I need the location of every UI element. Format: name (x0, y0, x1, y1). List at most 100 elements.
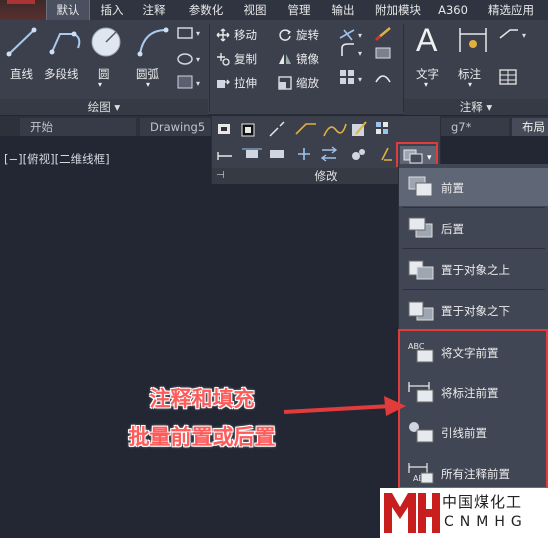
bring-to-front-icon (408, 176, 433, 197)
send-under-icon (408, 301, 434, 321)
svg-text:▾: ▾ (358, 31, 362, 40)
bring-above-icon (408, 260, 434, 280)
ribbon-tab-manage[interactable]: 管理 (280, 0, 318, 20)
overkill-icon (352, 149, 365, 160)
svg-text:▾: ▾ (358, 49, 362, 58)
stretch-button[interactable]: 拉伸 (216, 74, 257, 92)
leader-table-icons: ▾ (499, 29, 526, 85)
break-icon (269, 121, 285, 137)
line-icon (6, 27, 37, 57)
arc-dropdown-arrow[interactable]: ▾ (146, 80, 150, 89)
polyline-tool-button[interactable]: 多段线 (44, 24, 90, 94)
arc-icon (137, 27, 169, 57)
annotation-small-tools[interactable]: ▾ (498, 26, 544, 94)
scale-label: 缩放 (296, 76, 319, 90)
edit-polyline-icon (352, 121, 367, 136)
stretch-icon (217, 79, 230, 88)
menu-item-send-under-objects[interactable]: 置于对象之下 (399, 291, 548, 329)
svg-text:▾: ▾ (196, 55, 200, 64)
menu-item-label: 前置 (441, 181, 464, 195)
circle-dropdown-arrow[interactable]: ▾ (98, 80, 102, 89)
join-icon (270, 150, 284, 158)
modify-small-tools[interactable]: ▾ ▾ ▾ (338, 26, 400, 94)
edit-array-icon (376, 122, 388, 134)
break-at-point-icon (298, 148, 310, 160)
align-icon (242, 148, 262, 158)
ribbon: 直线 多段线 圆 ▾ 圆弧 ▾ ▾ ▾ ▾ 绘图 ▾ 移动 旋转 复制 镜像 拉… (0, 20, 548, 115)
ribbon-tab-home[interactable]: 默认 (46, 0, 90, 20)
doc-tab-drawing7[interactable]: g7* (441, 118, 509, 136)
rotate-button[interactable]: 旋转 (278, 26, 319, 44)
set-by-layer-icon (381, 147, 392, 161)
svg-text:▾: ▾ (196, 29, 200, 38)
panel-divider (209, 24, 210, 112)
menu-item-bring-to-front[interactable]: 前置 (399, 168, 548, 206)
application-menu-button[interactable] (0, 0, 46, 20)
ribbon-tab-featured-apps[interactable]: 精选应用 (478, 0, 544, 20)
reverse-icon (320, 146, 338, 162)
arc-tool-button[interactable]: 圆弧 ▾ (134, 24, 174, 94)
copy-label: 复制 (234, 52, 257, 66)
ribbon-tab-parametric[interactable]: 参数化 (180, 0, 232, 20)
callout-arrow (283, 396, 406, 416)
watermark-english-text: CNMHG (444, 514, 528, 530)
svg-text:▾: ▾ (522, 31, 526, 40)
doc-tab-layout[interactable]: 布局 (512, 118, 548, 136)
watermark-logo (384, 493, 440, 533)
line-tool-label: 直线 (10, 67, 33, 81)
copy-icon (217, 53, 230, 66)
ribbon-tab-output[interactable]: 输出 (324, 0, 362, 20)
menu-item-label: 置于对象之上 (441, 263, 510, 277)
move-button[interactable]: 移动 (216, 26, 257, 44)
text-dropdown-arrow[interactable]: ▾ (424, 80, 428, 89)
scale-button[interactable]: 缩放 (278, 74, 319, 92)
polyline-tool-label: 多段线 (44, 67, 79, 81)
offset-icon (241, 123, 255, 137)
watermark-chinese-text: 中国煤化工 (442, 493, 523, 511)
text-tool-button[interactable]: A 文字 ▾ (410, 22, 450, 94)
watermark: 中国煤化工 CNMHG (380, 488, 548, 538)
doc-tab-start[interactable]: 开始 (20, 118, 136, 136)
blend-icon (323, 123, 347, 137)
scale-icon (278, 76, 292, 90)
ribbon-tab-a360[interactable]: A360 (436, 0, 470, 20)
line-tool-button[interactable]: 直线 (4, 24, 40, 94)
viewport-controls-label[interactable]: [−][俯视][二维线框] (4, 151, 110, 167)
menu-divider (403, 207, 545, 208)
menu-item-bring-above-objects[interactable]: 置于对象之上 (399, 250, 548, 288)
text-icon: A (416, 22, 438, 58)
ribbon-tab-insert[interactable]: 插入 (92, 0, 132, 20)
menu-item-send-to-back[interactable]: 后置 (399, 209, 548, 247)
explode-icon (218, 124, 230, 134)
draw-small-tools[interactable]: ▾ ▾ ▾ (176, 26, 204, 96)
rotate-icon (279, 29, 292, 41)
send-to-back-icon (408, 217, 433, 238)
dimension-tool-button[interactable]: 标注 ▾ (454, 22, 494, 94)
ribbon-tab-annotate[interactable]: 注释 (134, 0, 174, 20)
ribbon-tab-addins[interactable]: 附加模块 (368, 0, 428, 20)
move-icon (216, 28, 230, 42)
chamfer-icon (295, 123, 316, 135)
mirror-label: 镜像 (296, 52, 319, 66)
copy-button[interactable]: 复制 (216, 50, 257, 68)
doc-tab-drawing5[interactable]: Drawing5 (140, 118, 212, 136)
pin-panel-icon[interactable]: ⊣ (216, 170, 225, 181)
ribbon-tab-view[interactable]: 视图 (237, 0, 273, 20)
menu-item-label: 后置 (441, 222, 464, 236)
dimension-icon (459, 28, 487, 52)
rectangle-hatch-icon: ▾ ▾ ▾ (177, 27, 200, 89)
mirror-button[interactable]: 镜像 (278, 50, 319, 68)
draw-panel-title[interactable]: 绘图 ▾ (0, 99, 208, 115)
trim-fillet-array-icons: ▾ ▾ ▾ (339, 27, 391, 84)
lengthen-icon (217, 152, 232, 160)
svg-text:▾: ▾ (196, 79, 200, 88)
menu-divider (403, 248, 545, 249)
annotation-items-highlight-box (398, 329, 548, 489)
circle-tool-button[interactable]: 圆 ▾ (88, 24, 128, 94)
svg-text:▾: ▾ (358, 75, 362, 84)
stretch-label: 拉伸 (234, 76, 257, 90)
dimension-dropdown-arrow[interactable]: ▾ (468, 80, 472, 89)
move-label: 移动 (234, 28, 257, 42)
annotation-panel-title[interactable]: 注释 ▾ (404, 99, 548, 115)
circle-icon (91, 27, 121, 57)
